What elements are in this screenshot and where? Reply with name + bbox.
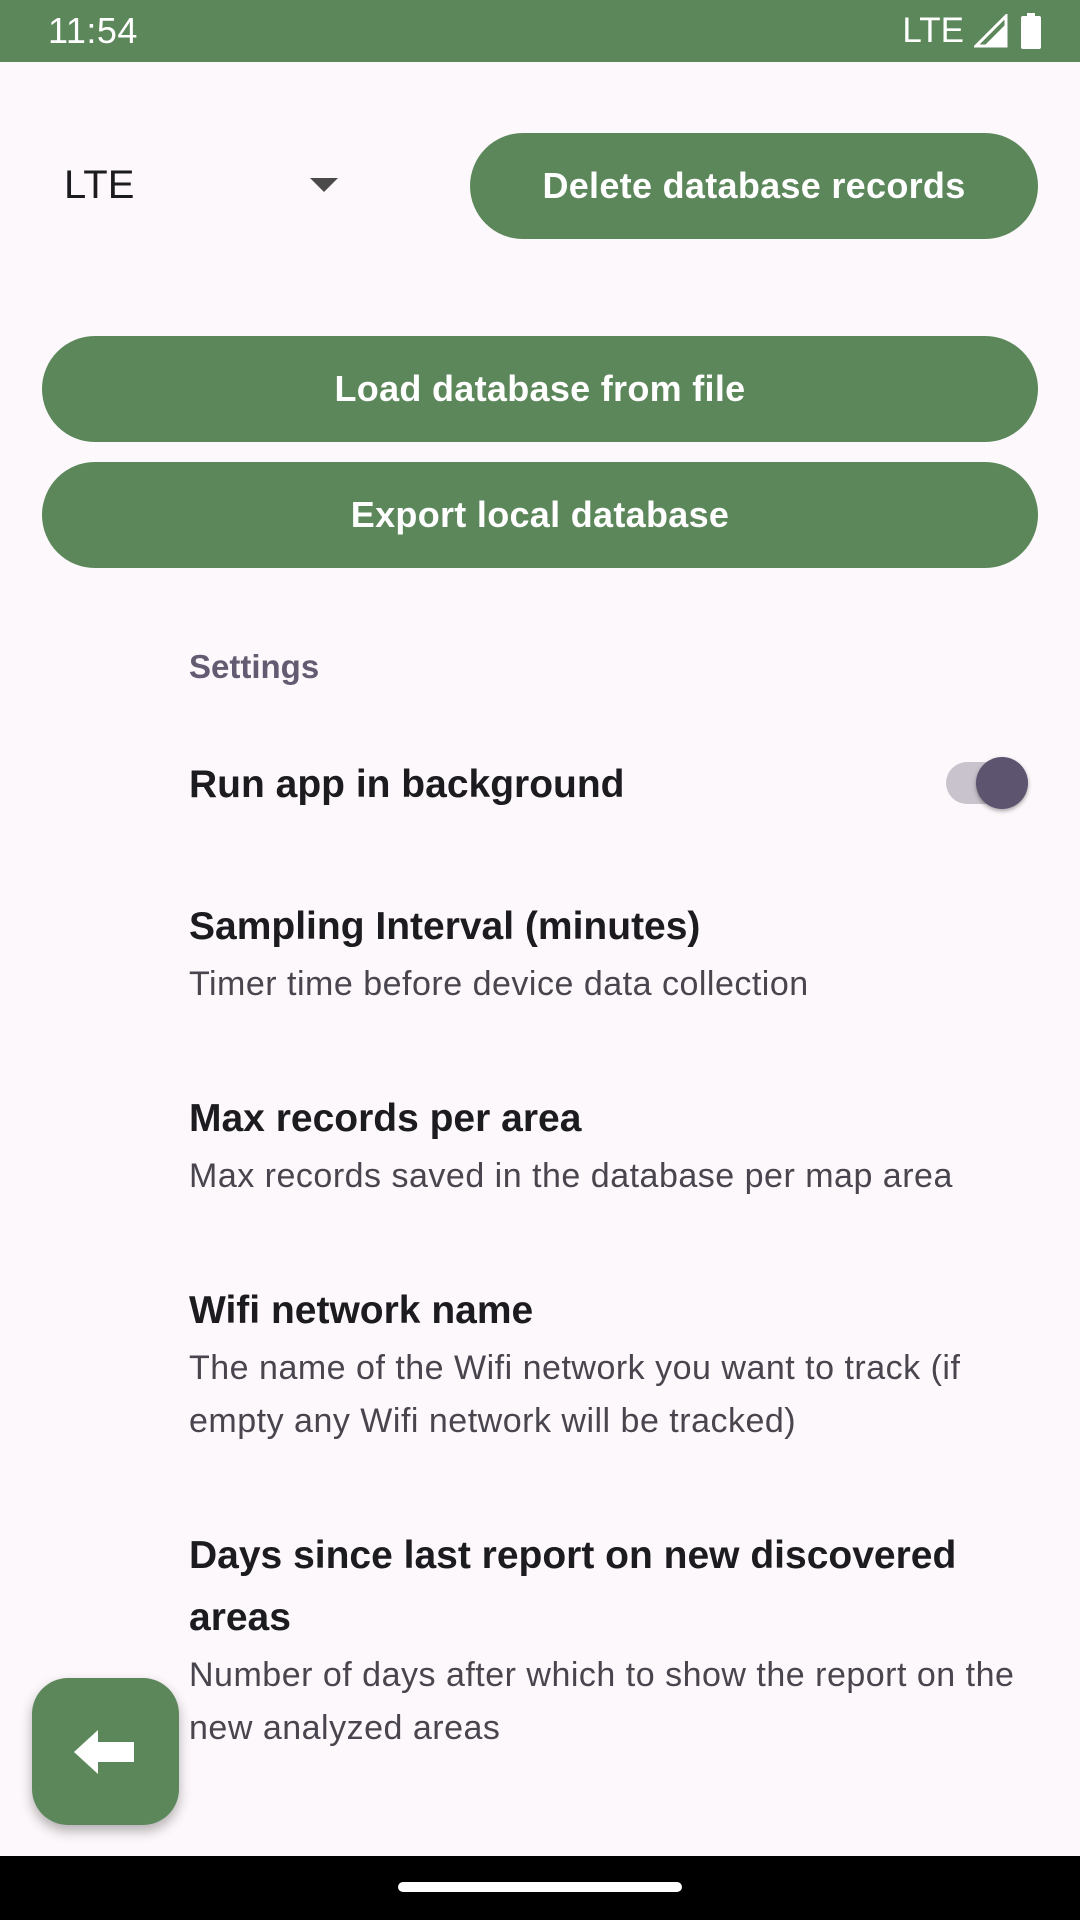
back-arrow-icon — [73, 1729, 134, 1774]
pref-sampling-interval[interactable]: Sampling Interval (minutes) Timer time b… — [189, 896, 1049, 1011]
pref-title: Days since last report on new discovered… — [189, 1534, 957, 1639]
pref-max-records[interactable]: Max records per area Max records saved i… — [189, 1088, 1049, 1203]
pref-title: Wifi network name — [189, 1289, 534, 1332]
pref-title: Sampling Interval (minutes) — [189, 905, 701, 948]
signal-icon — [974, 14, 1008, 48]
pref-days-since-report[interactable]: Days since last report on new discovered… — [189, 1525, 1049, 1755]
delete-database-records-button[interactable]: Delete database records — [470, 133, 1038, 239]
back-fab-button[interactable] — [32, 1678, 179, 1825]
spinner-selected-value: LTE — [64, 162, 135, 207]
export-local-database-button[interactable]: Export local database — [42, 462, 1038, 568]
status-time: 11:54 — [48, 10, 138, 51]
run-in-background-switch[interactable] — [946, 757, 1028, 809]
pref-summary: The name of the Wifi network you want to… — [189, 1349, 961, 1440]
navigation-bar — [0, 1856, 1080, 1920]
pref-wifi-network-name[interactable]: Wifi network name The name of the Wifi n… — [189, 1280, 1049, 1448]
switch-thumb — [976, 757, 1028, 809]
battery-icon — [1021, 13, 1041, 49]
settings-section-title: Settings — [189, 648, 320, 685]
dropdown-arrow-icon — [310, 178, 338, 192]
pref-run-in-background[interactable]: Run app in background — [189, 754, 1049, 816]
home-gesture-handle[interactable] — [398, 1882, 682, 1892]
pref-summary: Number of days after which to show the r… — [189, 1656, 1015, 1747]
network-type: LTE — [902, 11, 964, 50]
status-bar: 11:54 LTE — [0, 0, 1080, 62]
pref-title: Max records per area — [189, 1097, 582, 1140]
pref-title: Run app in background — [189, 763, 625, 806]
status-icons: LTE — [902, 10, 1042, 52]
pref-summary: Timer time before device data collection — [189, 965, 809, 1003]
network-type-spinner[interactable]: LTE — [40, 140, 350, 230]
load-database-from-file-button[interactable]: Load database from file — [42, 336, 1038, 442]
pref-summary: Max records saved in the database per ma… — [189, 1157, 953, 1195]
